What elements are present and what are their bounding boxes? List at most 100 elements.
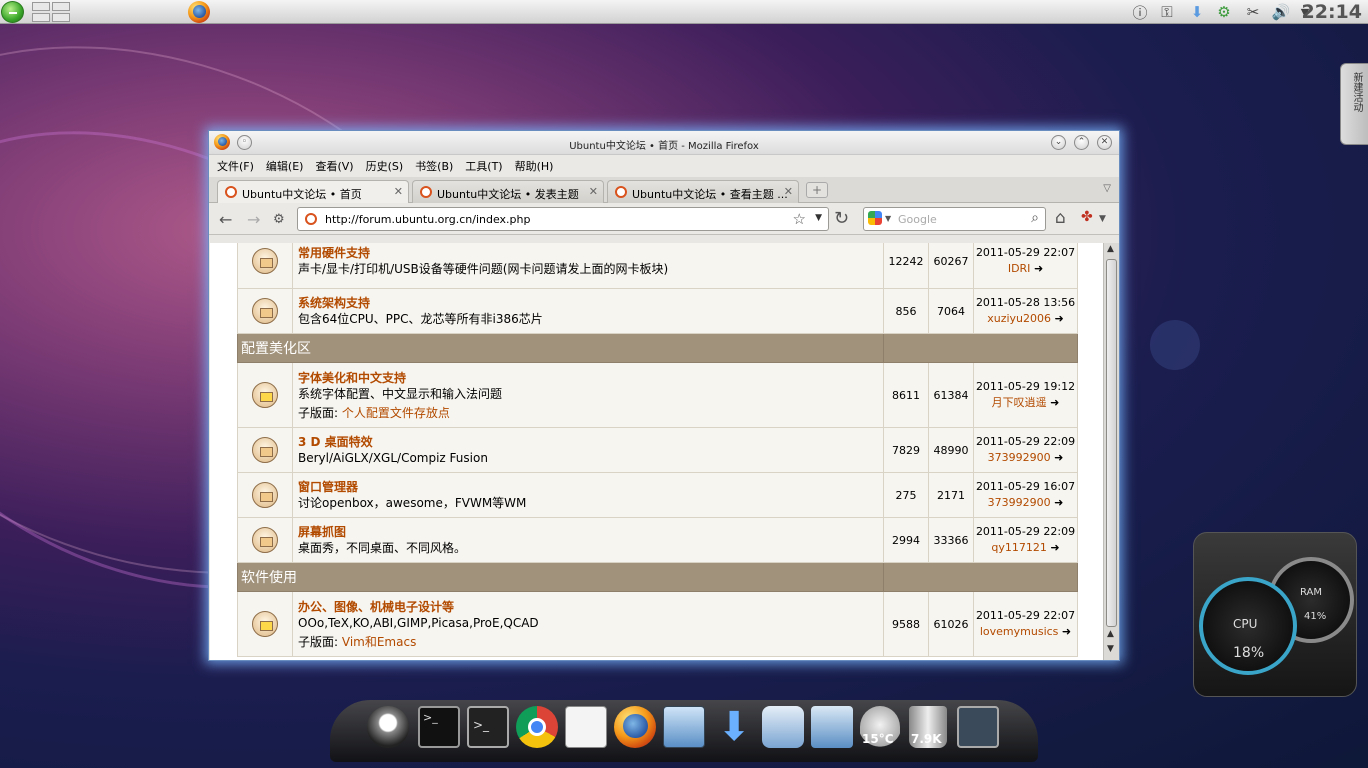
menu-history[interactable]: 历史(S) [366,158,404,174]
forum-title-link[interactable]: 屏幕抓图 [298,524,878,540]
download-icon[interactable]: ⬇ [1186,2,1208,22]
new-tab-button[interactable]: + [806,182,828,198]
forum-status-cell [237,288,293,334]
gimp-icon[interactable] [367,706,409,748]
reload-icon[interactable]: ↻ [834,208,849,229]
scissors-icon[interactable]: ✂ [1242,2,1264,22]
goto-last-post-icon[interactable]: ➜ [1054,451,1063,464]
scroll-down-icon[interactable]: ▼ [1107,644,1114,654]
terminal-2-icon[interactable]: >_ [467,706,509,748]
goto-last-post-icon[interactable]: ➜ [1062,625,1071,638]
engine-dropdown-icon[interactable]: ▼ [885,214,891,223]
terminal-icon[interactable]: >_ [418,706,460,748]
last-post-author-link[interactable]: IDRI [1008,262,1031,275]
category-title[interactable]: 配置美化区 [237,333,884,363]
forum-title-link[interactable]: 常用硬件支持 [298,245,878,261]
forum-title-link[interactable]: 窗口管理器 [298,479,878,495]
update-icon[interactable]: ⚙ [1213,2,1235,22]
subforum-link[interactable]: Vim和Emacs [342,635,416,649]
scroll-up-icon[interactable]: ▲ [1107,244,1114,254]
tab-view-topic[interactable]: Ubuntu中文论坛 • 查看主题 ... ✕ [607,180,799,203]
chrome-icon[interactable] [516,706,558,748]
search-icon[interactable]: ⌕ [1031,210,1039,226]
tab-home[interactable]: Ubuntu中文论坛 • 首页 ✕ [217,180,409,204]
maximize-button[interactable]: ⌃ [1074,135,1089,150]
forum-description: 包含64位CPU、PPC、龙芯等所有非i386芯片 [298,312,543,326]
addon-dropdown-icon[interactable]: ▼ [1099,214,1106,224]
last-post-cell: 2011-05-29 22:09 373992900 ➜ [973,427,1078,473]
last-post-author-link[interactable]: 月下叹逍遥 [992,396,1047,409]
category-title[interactable]: 软件使用 [237,562,884,592]
url-dropdown-icon[interactable]: ▼ [815,213,822,223]
goto-last-post-icon[interactable]: ➜ [1050,396,1059,409]
forward-icon[interactable]: → [247,210,260,229]
downloader-icon[interactable]: ⬇ [713,706,755,748]
last-post-author-link[interactable]: qy117121 [991,541,1046,554]
tab-close-icon[interactable]: ✕ [784,185,793,198]
forum-read-icon [252,298,278,324]
pager-desktop-2[interactable] [52,2,70,11]
last-post-author-link[interactable]: lovemymusics [980,625,1059,638]
navigation-bar: ← → ⚙ http://forum.ubuntu.org.cn/index.p… [209,203,1119,235]
subforum-link[interactable]: 个人配置文件存放点 [342,406,450,420]
title-bar[interactable]: ◦ Ubuntu中文论坛 • 首页 - Mozilla Firefox ⌄ ⌃ … [209,131,1119,155]
goto-last-post-icon[interactable]: ➜ [1034,262,1043,275]
tab-post-topic[interactable]: Ubuntu中文论坛 • 发表主题 ✕ [412,180,604,203]
last-post-author-link[interactable]: xuziyu2006 [987,312,1051,325]
goto-last-post-icon[interactable]: ➜ [1054,496,1063,509]
tab-close-icon[interactable]: ✕ [394,185,403,198]
file-manager-icon[interactable] [663,706,705,748]
menu-help[interactable]: 帮助(H) [515,158,554,174]
activity-tab[interactable]: 新建活动 [1340,63,1368,145]
info-icon[interactable]: ⓘ [1130,2,1150,22]
system-monitor-widget[interactable]: RAM 41% CPU 18% [1193,532,1357,697]
clock[interactable]: 22:14 [1302,1,1362,23]
taskbar-firefox-icon[interactable] [188,1,210,23]
forum-description: 系统字体配置、中文显示和输入法问题 [298,386,503,401]
backup-icon[interactable] [762,706,804,748]
forum-row: 常用硬件支持 声卡/显卡/打印机/USB设备等硬件问题(网卡问题请发上面的网卡板块… [237,243,1078,289]
site-identity-icon[interactable]: ⚙ [273,212,285,227]
bookmark-star-icon[interactable]: ☆ [793,210,806,228]
forum-title-link[interactable]: 3 D 桌面特效 [298,434,878,450]
goto-last-post-icon[interactable]: ➜ [1055,312,1064,325]
tab-list-icon[interactable]: ▽ [1103,183,1111,194]
installer-icon[interactable] [811,706,853,748]
menu-tools[interactable]: 工具(T) [465,158,502,174]
url-bar[interactable]: http://forum.ubuntu.org.cn/index.php ☆ ▼ [297,207,829,231]
kickoff-menu-icon[interactable] [1,1,24,23]
network-icon[interactable]: ⚿ [1156,2,1178,22]
forum-description: Beryl/AiGLX/XGL/Compiz Fusion [298,451,488,465]
menu-file[interactable]: 文件(F) [217,158,254,174]
search-bar[interactable]: ▼ Google ⌕ [863,207,1046,231]
forum-title-link[interactable]: 系统架构支持 [298,295,878,311]
home-icon[interactable]: ⌂ [1055,208,1066,228]
scroll-up-icon[interactable]: ▲ [1107,629,1114,639]
last-post-author-link[interactable]: 373992900 [988,451,1051,464]
back-icon[interactable]: ← [219,210,232,229]
dock-firefox-icon[interactable] [614,706,656,748]
pager-desktop-3[interactable] [32,13,50,22]
page-content: 常用硬件支持 声卡/显卡/打印机/USB设备等硬件问题(网卡问题请发上面的网卡板块… [210,243,1103,660]
show-desktop-icon[interactable] [957,706,999,748]
tab-close-icon[interactable]: ✕ [589,185,598,198]
forum-title-link[interactable]: 办公、图像、机械电子设计等 [298,599,878,615]
volume-icon[interactable]: 🔊 [1270,2,1292,22]
goto-last-post-icon[interactable]: ➜ [1050,541,1059,554]
last-post-author-link[interactable]: 373992900 [988,496,1051,509]
forum-title-link[interactable]: 字体美化和中文支持 [298,370,878,386]
pager-desktop-1[interactable] [32,2,50,11]
close-button[interactable]: ✕ [1097,135,1112,150]
minimize-button[interactable]: ⌄ [1051,135,1066,150]
menu-view[interactable]: 查看(V) [315,158,353,174]
category-spacer [883,562,1078,592]
tab-post-topic-label: Ubuntu中文论坛 • 发表主题 [437,188,579,201]
menu-edit[interactable]: 编辑(E) [266,158,304,174]
pager-desktop-4[interactable] [52,13,70,22]
scroll-thumb[interactable] [1106,259,1117,627]
vertical-scrollbar[interactable]: ▲ ▲ ▼ [1103,243,1119,660]
google-engine-icon[interactable] [868,211,882,225]
menu-bookmarks[interactable]: 书签(B) [415,158,453,174]
addon-icon[interactable]: ✤ [1081,209,1093,225]
text-editor-icon[interactable] [565,706,607,748]
